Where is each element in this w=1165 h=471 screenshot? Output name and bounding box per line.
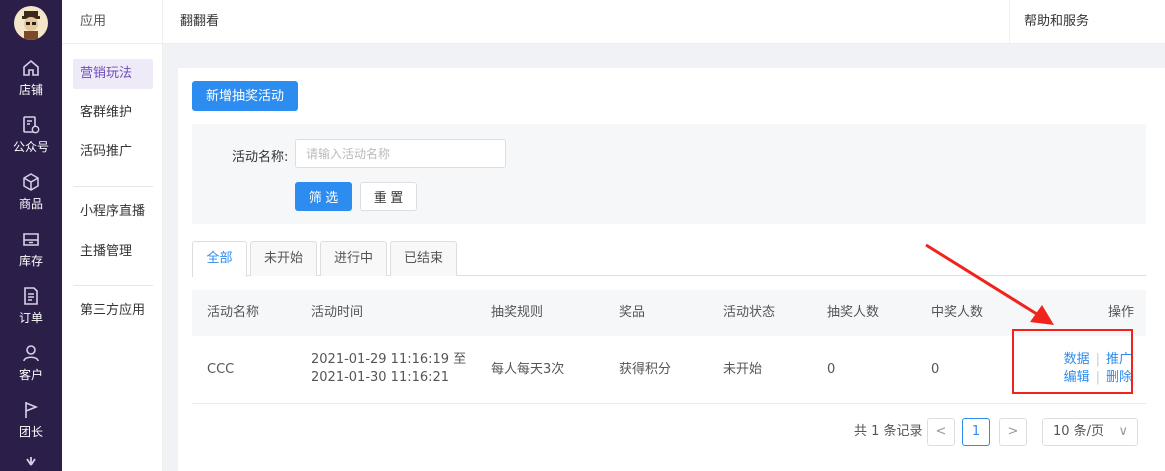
time-end: 2021-01-30 11:16:21 xyxy=(311,370,450,385)
sidebar-item-miniapp-live[interactable]: 小程序直播 xyxy=(73,197,153,227)
status-tabs: 全部 未开始 进行中 已结束 xyxy=(192,239,1146,277)
nav-item-inventory[interactable]: 库存 xyxy=(0,229,62,279)
nav-label: 店铺 xyxy=(18,83,43,97)
sidebar-item-live-code[interactable]: 活码推广 xyxy=(73,137,153,167)
nav-label: 库存 xyxy=(18,254,43,268)
sidebar-item-third-party[interactable]: 第三方应用 xyxy=(73,296,153,326)
chevron-down-icon: ∨ xyxy=(1118,424,1128,439)
sidebar-divider xyxy=(73,186,153,187)
column-header: 奖品 xyxy=(619,305,646,320)
cell-status: 未开始 xyxy=(723,362,763,377)
table-header: 活动名称 活动时间 抽奖规则 奖品 活动状态 抽奖人数 中奖人数 操作 xyxy=(192,290,1146,336)
sidebar-item-customer-groups[interactable]: 客群维护 xyxy=(73,98,153,128)
column-header: 抽奖规则 xyxy=(491,305,544,320)
add-lottery-button[interactable]: 新增抽奖活动 xyxy=(192,81,299,111)
page-title: 翻翻看 xyxy=(180,14,220,29)
sidebar-header: 应用 xyxy=(62,0,162,44)
cell-rule: 每人每天3次 xyxy=(491,362,565,377)
nav-item-more[interactable] xyxy=(0,455,62,471)
column-header: 抽奖人数 xyxy=(827,305,880,320)
filter-label: 活动名称: xyxy=(232,150,289,165)
cell-draw-count: 0 xyxy=(827,362,836,377)
nav-item-leader[interactable]: 团长 xyxy=(0,400,62,450)
filter-reset-button[interactable]: 重 置 xyxy=(360,182,417,211)
sidebar-divider xyxy=(73,285,153,286)
cell-activity-time: 2021-01-29 11:16:19 至 2021-01-30 11:16:2… xyxy=(311,351,466,387)
filter-panel: 活动名称: 筛 选 重 置 xyxy=(192,124,1146,224)
page-number[interactable]: 1 xyxy=(962,418,990,446)
pagination: 共 1 条记录 < 1 > 10 条/页 ∨ xyxy=(178,418,1165,448)
help-service-link[interactable]: 帮助和服务 xyxy=(1009,0,1165,44)
cell-prize: 获得积分 xyxy=(619,362,672,377)
activity-table: 活动名称 活动时间 抽奖规则 奖品 活动状态 抽奖人数 中奖人数 操作 CCC … xyxy=(192,290,1146,404)
tab-ended[interactable]: 已结束 xyxy=(390,241,457,276)
sparkle-icon xyxy=(26,457,36,466)
prev-page-button[interactable]: < xyxy=(927,418,955,446)
nav-item-official-account[interactable]: 公众号 xyxy=(0,115,62,165)
flag-icon xyxy=(25,402,39,418)
box-icon xyxy=(23,173,39,191)
column-header: 中奖人数 xyxy=(931,305,984,320)
page-size-select[interactable]: 10 条/页 ∨ xyxy=(1042,418,1138,446)
time-start: 2021-01-29 11:16:19 至 xyxy=(311,352,467,367)
cell-activity-name: CCC xyxy=(207,362,235,377)
annotation-highlight-box xyxy=(1012,329,1133,394)
nav-label: 订单 xyxy=(18,311,43,325)
nav-label: 公众号 xyxy=(12,140,49,154)
app-sidebar: 应用 营销玩法 客群维护 活码推广 小程序直播 主播管理 第三方应用 xyxy=(62,0,163,471)
nav-item-store[interactable]: 店铺 xyxy=(0,58,62,108)
customer-icon xyxy=(23,345,39,362)
column-header: 活动状态 xyxy=(723,305,776,320)
inventory-icon xyxy=(23,233,39,246)
order-icon xyxy=(24,287,38,305)
nav-item-customers[interactable]: 客户 xyxy=(0,343,62,393)
main-nav-rail: 店铺 公众号 商品 库存 订单 客户 团长 xyxy=(0,0,62,471)
nav-item-goods[interactable]: 商品 xyxy=(0,172,62,222)
official-account-icon xyxy=(23,116,40,134)
next-page-button[interactable]: > xyxy=(999,418,1027,446)
tab-not-started[interactable]: 未开始 xyxy=(250,241,317,276)
tab-in-progress[interactable]: 进行中 xyxy=(320,241,387,276)
filter-submit-button[interactable]: 筛 选 xyxy=(295,182,352,211)
avatar[interactable] xyxy=(14,6,48,40)
home-icon xyxy=(23,59,39,76)
sidebar-item-anchor-manage[interactable]: 主播管理 xyxy=(73,237,153,267)
page-size-value: 10 条/页 xyxy=(1053,424,1105,439)
table-row: CCC 2021-01-29 11:16:19 至 2021-01-30 11:… xyxy=(192,336,1146,404)
nav-label: 团长 xyxy=(18,425,43,439)
nav-label: 商品 xyxy=(18,197,43,211)
tab-all[interactable]: 全部 xyxy=(192,241,247,277)
total-records: 共 1 条记录 xyxy=(854,424,923,439)
column-header: 活动名称 xyxy=(207,305,260,320)
sidebar-item-marketing[interactable]: 营销玩法 xyxy=(73,59,153,89)
nav-item-orders[interactable]: 订单 xyxy=(0,286,62,336)
content-card: 新增抽奖活动 活动名称: 筛 选 重 置 全部 未开始 进行中 已结束 活动名称… xyxy=(178,68,1165,471)
nav-label: 客户 xyxy=(18,368,43,382)
column-header: 活动时间 xyxy=(311,305,364,320)
top-bar: 翻翻看 帮助和服务 xyxy=(163,0,1165,44)
cell-win-count: 0 xyxy=(931,362,940,377)
activity-name-input[interactable] xyxy=(295,139,506,168)
